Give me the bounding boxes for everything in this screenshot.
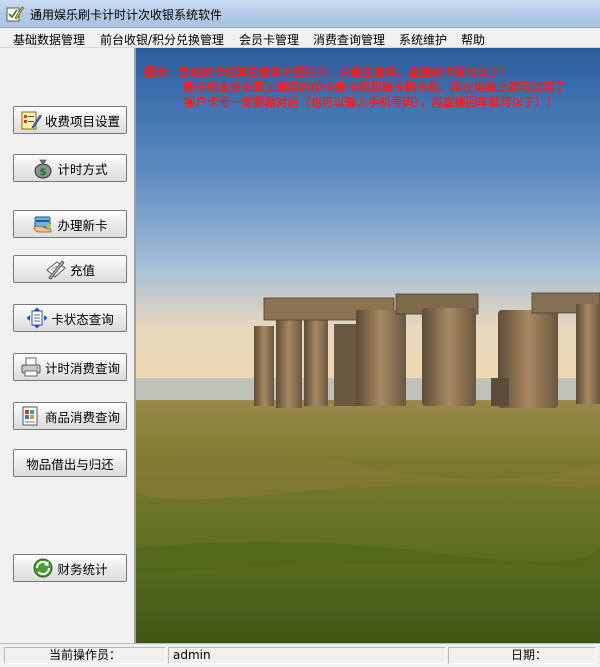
menu-consumption-query[interactable]: 消费查询管理 [313,31,385,48]
tip-line-3: 客户卡号一定要输对后（也可以输入手机号码），再直接回车就可以了）！ [184,95,558,109]
operator-label: 当前操作员： [4,647,166,664]
menu-help[interactable]: 帮助 [461,31,485,48]
notepad-icon [21,111,42,130]
left-panel: 收费项目设置 $ 计时方式 办理新卡 充值 卡状态查询 计时消费查询 商品消费查… [0,48,136,643]
recharge-label: 充值 [69,262,95,278]
fee-item-settings-button[interactable]: 收费项目设置 [13,106,127,134]
pencil-check-icon [6,6,24,22]
tip-line-1: 提示：自动刷卡时其它窗体不要打开，只留主窗体，直接刷卡就可以了！ [144,65,512,79]
tip-message: 提示：自动刷卡时其它窗体不要打开，只留主窗体，直接刷卡就可以了！ 刷卡机支持市面… [144,65,566,110]
menu-basic-data[interactable]: 基础数据管理 [13,31,85,48]
menu-bar: 基础数据管理 前台收银/积分兑换管理 会员卡管理 消费查询管理 系统维护 帮助 [0,28,600,48]
pen-paper-icon [46,260,66,280]
fee-item-settings-label: 收费项目设置 [44,113,120,129]
main-background-area: 提示：自动刷卡时其它窗体不要打开，只留主窗体，直接刷卡就可以了！ 刷卡机支持市面… [136,48,600,643]
window-title: 通用娱乐刷卡计时计次收银系统软件 [30,8,223,22]
status-bar: 当前操作员： admin 日期： [0,643,600,667]
menu-member-card[interactable]: 会员卡管理 [239,31,299,48]
operator-value: admin [168,647,446,664]
printer-icon [21,357,41,377]
recharge-button[interactable]: 充值 [13,255,127,283]
stonehenge-background-image [136,48,600,643]
new-card-button[interactable]: 办理新卡 [13,210,127,238]
timed-consumption-query-button[interactable]: 计时消费查询 [13,353,127,381]
timing-method-label: 计时方式 [57,161,108,177]
date-label: 日期： [448,647,596,664]
product-consumption-query-button[interactable]: 商品消费查询 [13,402,127,430]
title-bar: 通用娱乐刷卡计时计次收银系统软件 [0,0,600,28]
item-lend-return-button[interactable]: 物品借出与归还 [13,449,127,477]
card-status-query-button[interactable]: 卡状态查询 [13,304,127,332]
product-consumption-query-label: 商品消费查询 [44,409,120,425]
timed-consumption-query-label: 计时消费查询 [44,360,120,376]
item-lend-return-label: 物品借出与归还 [26,456,114,472]
document-grid-icon [22,406,38,426]
money-bag-icon: $ [34,159,52,179]
svg-text:$: $ [40,167,47,178]
refresh-globe-icon [33,558,53,578]
tip-line-2: 刷卡机支持市面上通用的ID卡刷卡机和磁卡刷卡机，接在电脑上就可以用了 [184,80,566,94]
financial-statistics-label: 财务统计 [57,561,108,577]
financial-statistics-button[interactable]: 财务统计 [13,554,127,582]
card-hand-icon [34,216,52,233]
timing-method-button[interactable]: $ 计时方式 [13,154,127,182]
new-card-label: 办理新卡 [57,217,108,233]
menu-system-maintenance[interactable]: 系统维护 [399,31,447,48]
menu-front-desk[interactable]: 前台收银/积分兑换管理 [100,31,224,48]
arrows-document-icon [26,307,48,329]
card-status-query-label: 卡状态查询 [51,311,114,327]
